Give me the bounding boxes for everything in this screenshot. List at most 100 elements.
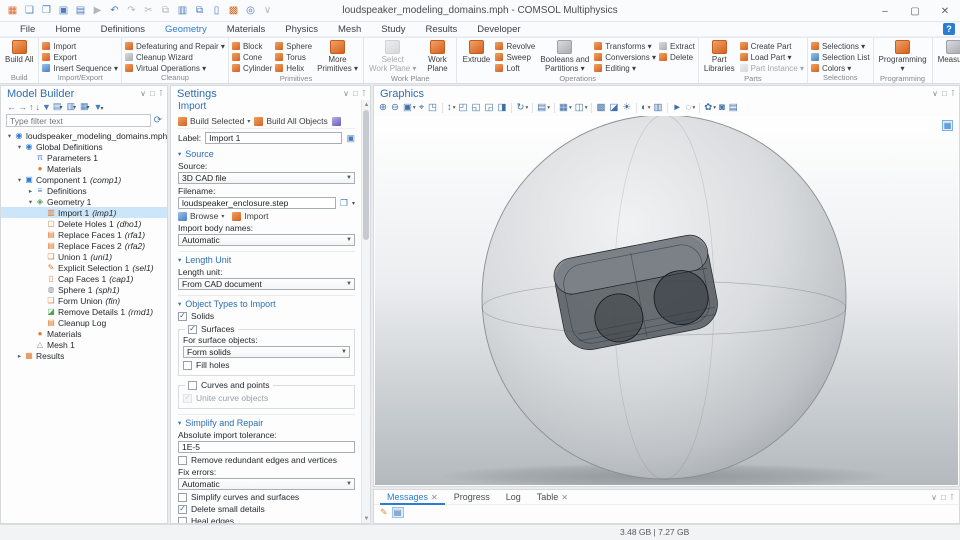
tree-item[interactable]: ▤ Replace Faces 1 (rfa1) (1, 229, 167, 240)
tree-item[interactable]: π Parameters 1 (1, 152, 167, 163)
snapshot-icon[interactable]: ◙ (719, 102, 726, 113)
Developer[interactable]: Developer (467, 22, 530, 37)
filter-icon[interactable]: ▼▾ (94, 102, 104, 112)
Cylinder[interactable]: Cylinder (232, 63, 272, 73)
tolerance-input[interactable] (178, 441, 355, 453)
tree-item[interactable]: ▤ Cleanup Log (1, 317, 167, 328)
model-tree-node-text-icon[interactable]: ▦▾ (80, 101, 90, 112)
Sphere[interactable]: Sphere (275, 41, 312, 51)
clear-messages-icon[interactable]: ✎ (380, 507, 388, 518)
expander-icon[interactable]: ▾ (15, 176, 24, 184)
grid-icon[interactable]: ▥ (653, 102, 663, 113)
model-tree-expand-icon[interactable]: ▤▾ (53, 101, 63, 112)
booleans-and-partitions-button[interactable]: Booleans and Partitions ▾ (538, 39, 591, 74)
go-to-default-view-icon[interactable]: ⌖ (419, 102, 425, 113)
zoom-box-icon[interactable]: ◳ (428, 102, 438, 113)
view-yz-icon[interactable]: ◱ (472, 102, 482, 113)
close-tab-icon[interactable]: ✕ (431, 493, 438, 502)
zoom-out-icon[interactable]: ⊖ (391, 102, 400, 113)
build-all-button[interactable]: Build All (3, 39, 35, 73)
tree-item[interactable]: ✎ Explicit Selection 1 (sel1) (1, 262, 167, 273)
view-settings-icon[interactable]: ✿▾ (704, 102, 716, 113)
work-plane-button[interactable]: Work Plane (421, 39, 453, 74)
source-select[interactable]: 3D CAD file▼ (178, 172, 355, 184)
tree-item[interactable]: ▥ Import 1 (imp1) (1, 207, 167, 218)
build-all-objects-button[interactable]: Build All Objects (254, 116, 327, 126)
float-icon[interactable]: □ (941, 493, 946, 502)
show-all-messages-icon[interactable]: ▤ (392, 507, 404, 518)
remove-redundant-checkbox[interactable]: Remove redundant edges and vertices (178, 455, 355, 465)
tree-item[interactable]: ▢ Delete Holes 1 (dho1) (1, 218, 167, 229)
paste-icon[interactable]: ▥ (175, 3, 190, 18)
curves-points-checkbox[interactable]: Curves and points (188, 380, 270, 390)
extrude-button[interactable]: Extrude (460, 39, 492, 74)
hide-objects-icon[interactable]: ◌▾ (686, 102, 695, 113)
Conversions ▾[interactable]: Conversions ▾ (594, 52, 656, 62)
Cone[interactable]: Cone (232, 52, 272, 62)
Torus[interactable]: Torus (275, 52, 312, 62)
scroll-down-icon[interactable]: ▼ (362, 514, 371, 523)
Cleanup Wizard[interactable]: Cleanup Wizard (125, 52, 225, 62)
section-source[interactable]: ▾ Source (178, 149, 355, 159)
view-xy-icon[interactable]: ◰ (459, 102, 469, 113)
Block[interactable]: Block (232, 41, 272, 51)
Log[interactable]: Log (499, 490, 528, 505)
solids-checkbox[interactable]: Solids (178, 311, 355, 321)
move-up-icon[interactable]: ↑ (29, 102, 32, 112)
expander-icon[interactable]: ▾ (15, 143, 24, 151)
part-instance-button[interactable]: Part Instance ▾ (740, 63, 804, 73)
expander-icon[interactable]: ▾ (5, 132, 14, 140)
redo-icon[interactable]: ↷ (124, 3, 139, 18)
Selection List[interactable]: Selection List (811, 52, 870, 62)
Load Part ▾[interactable]: Load Part ▾ (740, 52, 804, 62)
tree-item[interactable]: ❏ Form Union (fin) (1, 295, 167, 306)
label-input[interactable] (205, 132, 342, 144)
zoom-in-icon[interactable]: ⊕ (379, 102, 388, 113)
scene-appearance-icon[interactable]: ▤▾ (537, 102, 550, 113)
measure-button[interactable]: Measure (936, 39, 960, 74)
file-options-icon[interactable]: ❐ (340, 198, 348, 209)
Export[interactable]: Export (42, 52, 118, 62)
unite-curve-checkbox[interactable]: Unite curve objects (183, 393, 350, 403)
Transforms ▾[interactable]: Transforms ▾ (594, 41, 656, 51)
chevron-down-icon[interactable]: ∨ (931, 493, 937, 502)
tree-item[interactable]: ◪ Remove Details 1 (rmd1) (1, 306, 167, 317)
app-icon[interactable]: ▦ (5, 3, 20, 18)
Insert Sequence ▾[interactable]: Insert Sequence ▾ (42, 63, 118, 73)
chevron-down-icon[interactable]: ∨ (932, 89, 938, 98)
Editing ▾[interactable]: Editing ▾ (594, 63, 656, 73)
section-length-unit[interactable]: ▾ Length Unit (178, 251, 355, 265)
run-icon[interactable]: ▶ (90, 3, 105, 18)
flip-view-icon[interactable]: ◨ (498, 102, 508, 113)
fix-errors-select[interactable]: Automatic▼ (178, 478, 355, 490)
view-zx-icon[interactable]: ◲ (485, 102, 495, 113)
save-as-icon[interactable]: ▤ (73, 3, 88, 18)
copy-icon[interactable]: ⧉ (158, 3, 173, 18)
tree-item[interactable]: ● Materials (1, 328, 167, 339)
select-icon[interactable]: ▩ (226, 3, 241, 18)
fill-holes-checkbox[interactable]: Fill holes (183, 360, 350, 370)
Colors ▾[interactable]: Colors ▾ (811, 63, 870, 73)
close-button[interactable]: ✕ (930, 0, 960, 22)
Revolve[interactable]: Revolve (495, 41, 535, 51)
repair-option-checkbox[interactable]: Delete small details (178, 504, 355, 514)
tree-item[interactable]: ▾ ◉ Global Definitions (1, 141, 167, 152)
tree-item[interactable]: ▸ ≡ Definitions (1, 185, 167, 196)
section-simplify-repair[interactable]: ▾ Simplify and Repair (178, 414, 355, 428)
part-libraries-button[interactable]: Part Libraries (702, 39, 737, 74)
expander-icon[interactable]: ▸ (15, 352, 24, 360)
Physics[interactable]: Physics (275, 22, 328, 37)
more-primitives-button[interactable]: More Primitives ▾ (315, 39, 360, 74)
Virtual Operations ▾[interactable]: Virtual Operations ▾ (125, 63, 225, 73)
tree-item[interactable]: △ Mesh 1 (1, 339, 167, 350)
search-icon[interactable]: ◎ (243, 3, 258, 18)
close-tab-icon[interactable]: ✕ (561, 493, 568, 502)
surfaces-checkbox[interactable]: Surfaces (188, 324, 235, 334)
Sweep[interactable]: Sweep (495, 52, 535, 62)
tree-item[interactable]: ◍ Sphere 1 (sph1) (1, 284, 167, 295)
filter-input[interactable] (6, 114, 151, 127)
expander-icon[interactable]: ▸ (26, 187, 35, 195)
duplicate-icon[interactable]: ⧉ (192, 3, 207, 18)
data-view-button[interactable] (332, 117, 341, 126)
maximize-button[interactable]: ▢ (900, 0, 930, 22)
